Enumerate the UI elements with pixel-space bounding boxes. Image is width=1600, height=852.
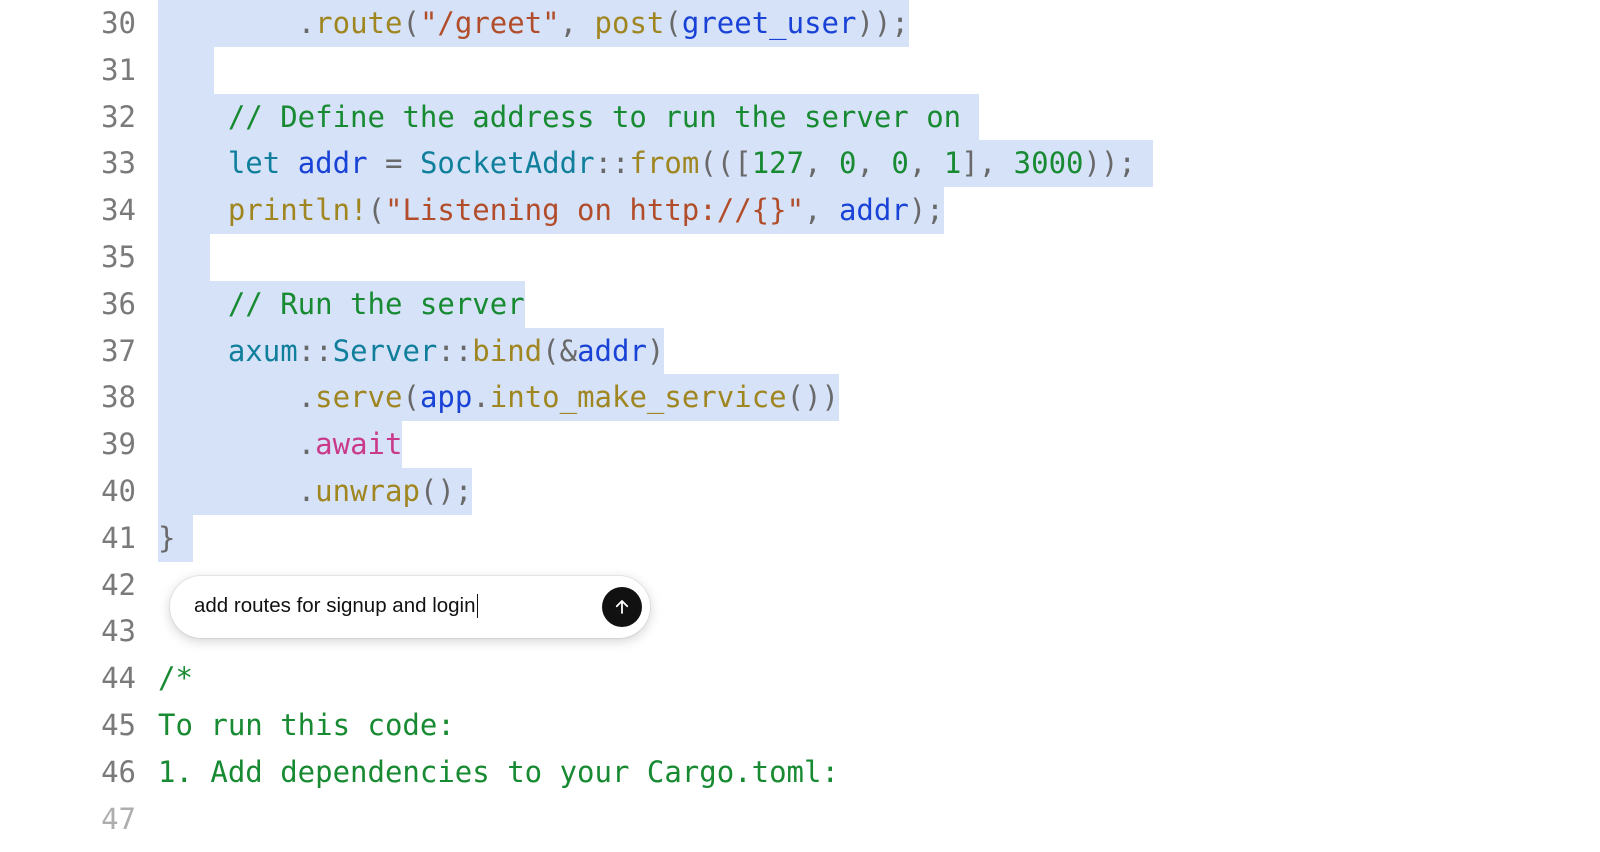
line-number: 34 xyxy=(0,187,136,234)
line-number-gutter: 30 31 32 33 34 35 36 37 38 39 40 41 42 4… xyxy=(0,0,158,842)
line-number: 42 xyxy=(0,562,136,609)
line-number: 35 xyxy=(0,234,136,281)
line-number: 45 xyxy=(0,702,136,749)
send-button[interactable] xyxy=(602,587,642,627)
code-line[interactable]: let addr = SocketAddr::from(([127, 0, 0,… xyxy=(158,140,1600,187)
code-line[interactable]: println!("Listening on http://{}", addr)… xyxy=(158,187,1600,234)
line-number: 37 xyxy=(0,328,136,375)
line-number: 31 xyxy=(0,47,136,94)
code-line[interactable]: axum::Server::bind(&addr) xyxy=(158,328,1600,375)
code-line[interactable]: To run this code: xyxy=(158,702,1600,749)
line-number: 43 xyxy=(0,608,136,655)
code-line[interactable]: } xyxy=(158,515,1600,562)
line-number: 41 xyxy=(0,515,136,562)
line-number: 44 xyxy=(0,655,136,702)
code-area[interactable]: .route("/greet", post(greet_user)); // D… xyxy=(158,0,1600,842)
line-number: 47 xyxy=(0,796,136,843)
line-number: 38 xyxy=(0,374,136,421)
line-number: 36 xyxy=(0,281,136,328)
text-caret xyxy=(477,594,479,618)
code-line[interactable]: /* xyxy=(158,655,1600,702)
line-number: 46 xyxy=(0,749,136,796)
line-number: 30 xyxy=(0,0,136,47)
code-line[interactable]: add routes for signup and login xyxy=(158,562,1600,609)
code-line[interactable] xyxy=(158,234,1600,281)
code-editor[interactable]: 30 31 32 33 34 35 36 37 38 39 40 41 42 4… xyxy=(0,0,1600,842)
line-number: 33 xyxy=(0,140,136,187)
inline-ai-prompt[interactable]: add routes for signup and login xyxy=(170,576,650,638)
code-line[interactable] xyxy=(158,47,1600,94)
prompt-input[interactable]: add routes for signup and login xyxy=(194,590,602,623)
code-line[interactable]: 1. Add dependencies to your Cargo.toml: xyxy=(158,749,1600,796)
line-number: 40 xyxy=(0,468,136,515)
code-line[interactable]: // Define the address to run the server … xyxy=(158,94,1600,141)
code-line[interactable] xyxy=(158,796,1600,843)
code-line[interactable]: .unwrap(); xyxy=(158,468,1600,515)
arrow-up-icon xyxy=(613,598,631,616)
line-number: 32 xyxy=(0,94,136,141)
code-line[interactable]: .serve(app.into_make_service()) xyxy=(158,374,1600,421)
code-line[interactable]: .await xyxy=(158,421,1600,468)
prompt-text: add routes for signup and login xyxy=(194,594,476,617)
code-line[interactable]: // Run the server xyxy=(158,281,1600,328)
line-number: 39 xyxy=(0,421,136,468)
code-line[interactable]: .route("/greet", post(greet_user)); xyxy=(158,0,1600,47)
